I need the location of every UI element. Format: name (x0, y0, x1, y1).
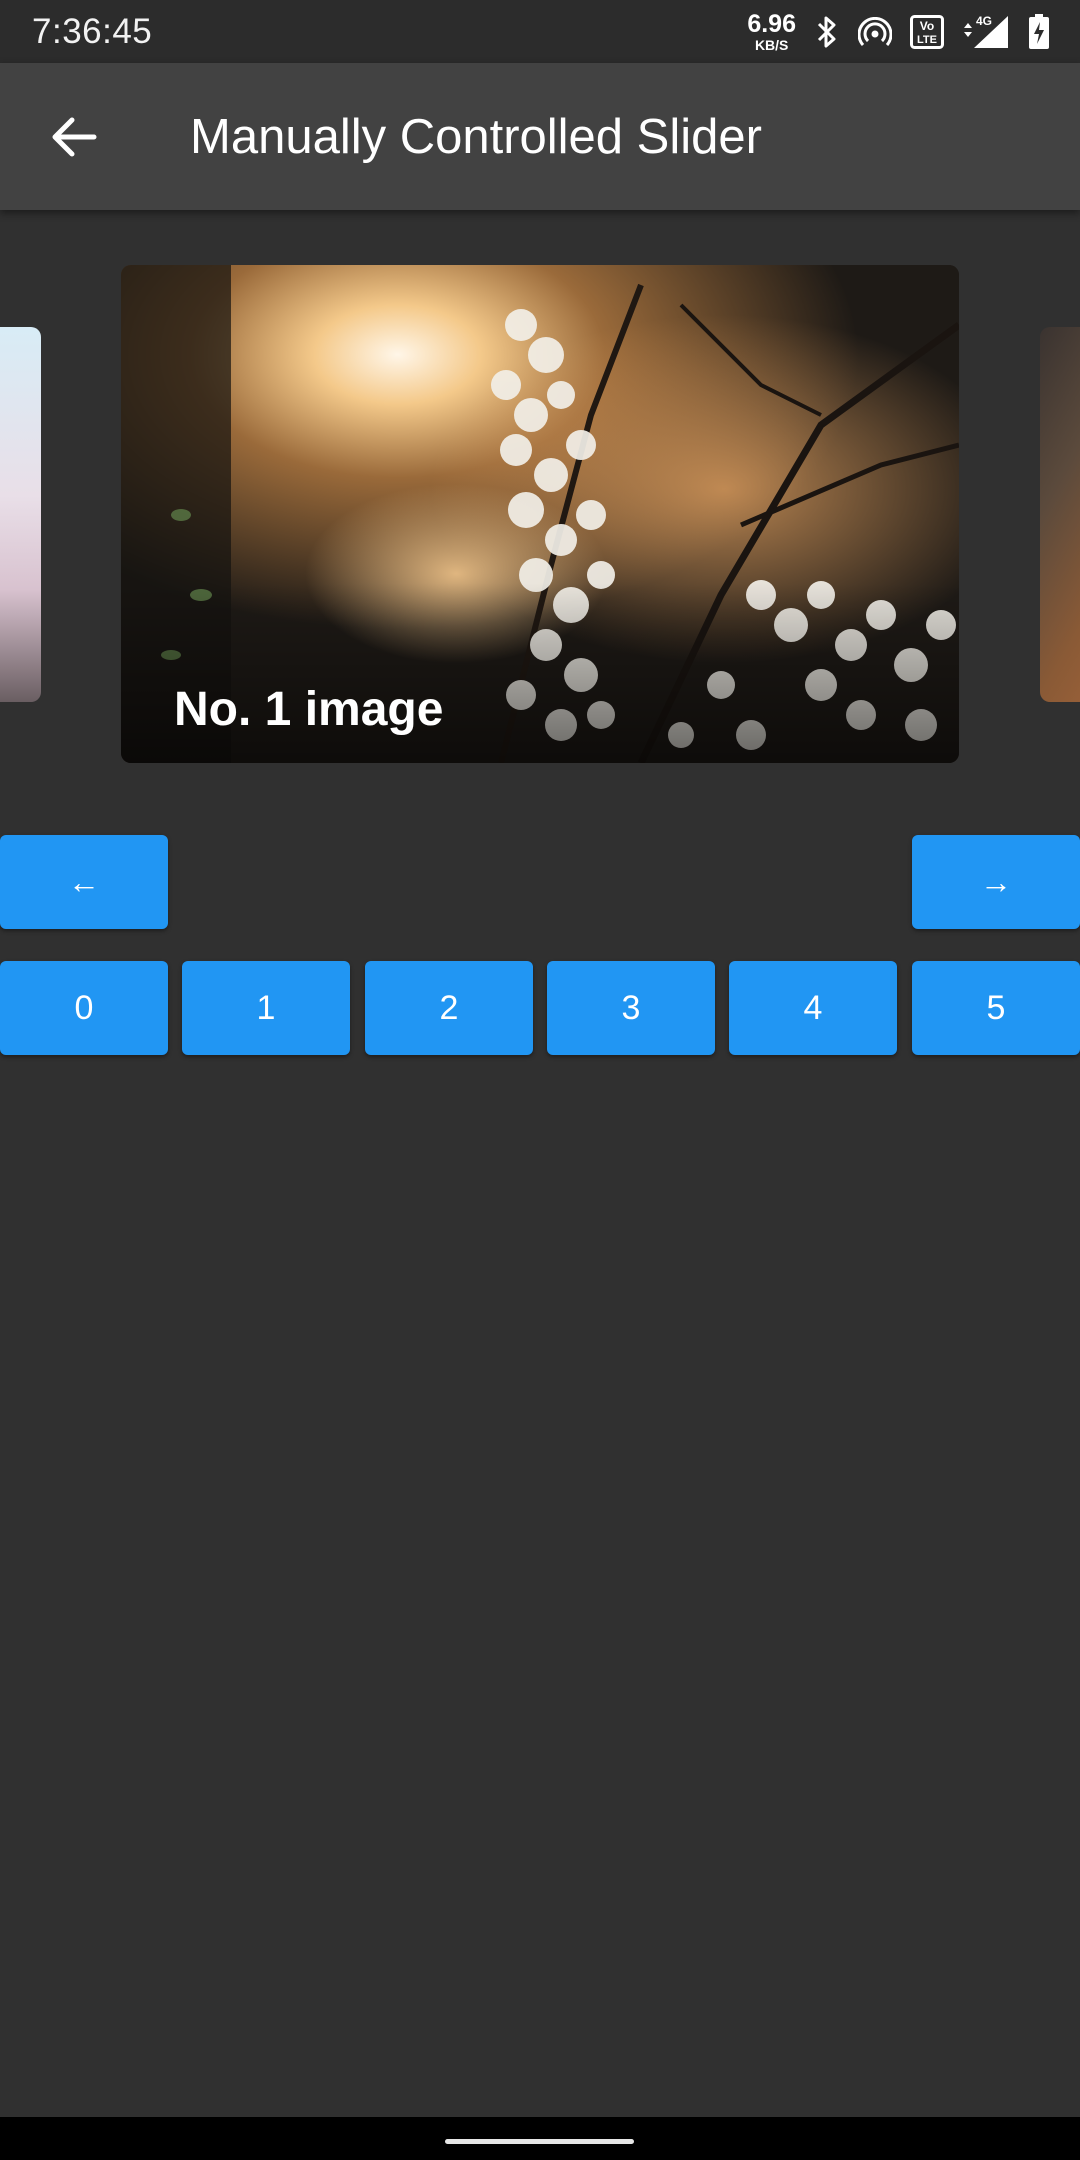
slide-caption: No. 1 image (174, 683, 444, 736)
page-button-1[interactable]: 1 (182, 961, 350, 1055)
page-button-3[interactable]: 3 (547, 961, 715, 1055)
network-speed-value: 6.96 (747, 9, 796, 38)
system-navigation-bar (0, 2117, 1080, 2160)
network-speed-unit: KB/S (754, 36, 789, 53)
battery-charging-icon (1028, 13, 1050, 50)
page-button-5[interactable]: 5 (912, 961, 1080, 1055)
network-speed: 6.96 KB/S (747, 9, 796, 53)
bluetooth-icon (814, 15, 840, 49)
page-title: Manually Controlled Slider (190, 109, 762, 164)
volte-top-text: Vo (920, 19, 934, 33)
carousel-slide-next[interactable] (1040, 327, 1080, 702)
next-button[interactable]: → (912, 835, 1080, 929)
volte-icon: Vo LTE (910, 14, 944, 49)
home-gesture-handle[interactable] (445, 2139, 634, 2144)
previous-button[interactable]: ← (0, 835, 168, 929)
hotspot-icon (858, 16, 892, 47)
status-icons: 6.96 KB/S Vo LTE 4G (747, 9, 1050, 53)
signal-4g-icon: 4G (962, 14, 1010, 50)
arrow-back-icon (52, 117, 97, 157)
network-type-text: 4G (976, 14, 992, 28)
image-carousel[interactable]: No. 1 image (0, 210, 1080, 810)
carousel-slide-previous[interactable] (0, 327, 41, 702)
page-button-0[interactable]: 0 (0, 961, 168, 1055)
back-button[interactable] (44, 107, 104, 167)
page-button-4[interactable]: 4 (729, 961, 897, 1055)
app-bar: Manually Controlled Slider (0, 63, 1080, 210)
page-button-2[interactable]: 2 (365, 961, 533, 1055)
carousel-slide-current[interactable]: No. 1 image (121, 265, 959, 763)
status-bar: 7:36:45 6.96 KB/S Vo LTE 4G (0, 0, 1080, 63)
volte-bottom-text: LTE (917, 34, 937, 46)
status-time: 7:36:45 (32, 11, 153, 51)
